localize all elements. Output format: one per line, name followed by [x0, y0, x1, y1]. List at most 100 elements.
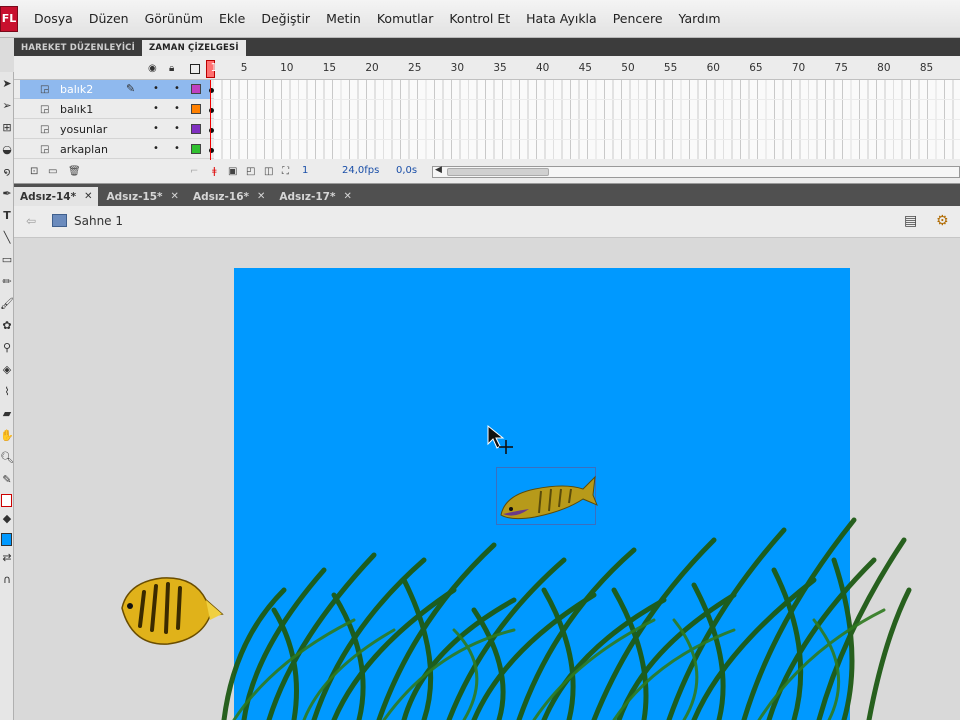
new-folder-icon[interactable]: ▭ — [48, 166, 57, 177]
center-frame-icon[interactable]: ⌐ — [190, 166, 198, 177]
keyframe[interactable] — [208, 144, 214, 154]
stroke-color-swatch[interactable] — [1, 494, 12, 507]
edit-multiple-icon[interactable]: ◫ — [264, 166, 273, 177]
current-frame[interactable]: 1 — [302, 165, 308, 176]
keyframe[interactable] — [208, 84, 214, 94]
pencil-tool-icon[interactable]: ✏ — [0, 270, 14, 292]
snap-icon[interactable]: ∩ — [0, 568, 14, 590]
tab-timeline[interactable]: ZAMAN ÇİZELGESİ — [141, 40, 246, 56]
menu-gorunum[interactable]: Görünüm — [137, 0, 211, 38]
onion-outline-icon[interactable]: ◰ — [246, 166, 255, 177]
onion-markers-icon[interactable]: ⛶ — [282, 166, 289, 177]
layer-name-cell[interactable]: ◲ balık2 — [20, 80, 210, 99]
back-arrow-icon[interactable]: ⇦ — [26, 214, 36, 228]
layer-row[interactable]: ◲ arkaplan • • — [14, 140, 960, 159]
layer-color-swatch[interactable] — [191, 144, 201, 154]
tab-motion-editor[interactable]: HAREKET DÜZENLEYİCİ — [14, 40, 142, 56]
brush-tool-icon[interactable]: 🖌︎ — [0, 292, 14, 314]
menu-pencere[interactable]: Pencere — [605, 0, 671, 38]
frame-cells[interactable] — [214, 100, 960, 119]
elapsed-time[interactable]: 0,0s — [396, 165, 417, 176]
doc-tab[interactable]: Adsız-17* ✕ — [273, 187, 357, 206]
doc-tab[interactable]: Adsız-16* ✕ — [187, 187, 271, 206]
keyframe[interactable] — [208, 104, 214, 114]
timeline-scrollbar[interactable]: ◀ — [432, 165, 960, 178]
menu-metin[interactable]: Metin — [318, 0, 369, 38]
layer-name-cell[interactable]: ◲ arkaplan — [20, 140, 210, 159]
fill-color-icon[interactable]: ◆ — [0, 507, 14, 529]
menu-dosya[interactable]: Dosya — [26, 0, 81, 38]
edit-symbols-icon[interactable]: ▤ — [904, 213, 917, 229]
swap-colors-icon[interactable]: ⇄ — [0, 546, 14, 568]
menu-ekle[interactable]: Ekle — [211, 0, 253, 38]
layer-name-cell[interactable]: ◲ yosunlar — [20, 120, 210, 139]
seaweed-graphic[interactable] — [214, 500, 914, 720]
layer-name-cell[interactable]: ◲ balık1 — [20, 100, 210, 119]
frame-number: 40 — [535, 62, 550, 74]
pen-tool-icon[interactable]: ✒ — [0, 182, 14, 204]
menu-yardim[interactable]: Yardım — [671, 0, 729, 38]
menu-degistir[interactable]: Değiştir — [253, 0, 318, 38]
frame-rate[interactable]: 24,0fps — [342, 165, 379, 176]
close-icon[interactable]: ✕ — [257, 191, 265, 202]
visibility-dot[interactable]: • — [153, 124, 159, 134]
free-transform-tool-icon[interactable]: ⊞ — [0, 116, 14, 138]
scroll-left-arrow-icon[interactable]: ◀ — [435, 165, 442, 175]
layer-color-swatch[interactable] — [191, 84, 201, 94]
fish-balik2[interactable] — [495, 467, 599, 529]
lock-dot[interactable]: • — [174, 84, 180, 94]
bone-tool-icon[interactable]: ⚲ — [0, 336, 14, 358]
eraser-tool-icon[interactable]: ▰ — [0, 402, 14, 424]
layer-row[interactable]: ◲ balık1 • • — [14, 100, 960, 119]
lock-dot[interactable]: • — [174, 124, 180, 134]
text-tool-icon[interactable]: T — [0, 204, 14, 226]
3d-rotation-tool-icon[interactable]: ◒ — [0, 138, 14, 160]
new-layer-icon[interactable]: ⊡ — [30, 166, 38, 177]
visibility-dot[interactable]: • — [153, 84, 159, 94]
fish-balik1[interactable] — [114, 570, 226, 652]
zoom-tool-icon[interactable]: 🔍︎ — [0, 446, 14, 468]
doc-tab[interactable]: Adsız-15* ✕ — [100, 187, 184, 206]
menu-duzen[interactable]: Düzen — [81, 0, 137, 38]
keyframe[interactable] — [208, 124, 214, 134]
outline-icon[interactable] — [190, 64, 200, 74]
layer-color-swatch[interactable] — [191, 124, 201, 134]
close-icon[interactable]: ✕ — [171, 191, 179, 202]
scene-breadcrumb[interactable]: Sahne 1 — [74, 214, 123, 228]
menu-hata-ayikla[interactable]: Hata Ayıkla — [518, 0, 605, 38]
layer-row[interactable]: ◲ yosunlar • • — [14, 120, 960, 139]
layer-row[interactable]: ◲ balık2 ✎ • • — [14, 80, 960, 99]
onion-skin-icon[interactable]: ▣ — [228, 166, 237, 177]
doc-tab[interactable]: Adsız-14* ✕ — [14, 187, 99, 206]
line-tool-icon[interactable]: ╲ — [0, 226, 14, 248]
eye-icon[interactable]: ◉ — [148, 63, 157, 74]
subselection-tool-icon[interactable]: ➢ — [0, 94, 14, 116]
trash-icon[interactable]: 🗑︎ — [68, 166, 81, 177]
selection-tool-icon[interactable]: ➤ — [0, 72, 14, 94]
visibility-dot[interactable]: • — [153, 104, 159, 114]
menu-kontrol-et[interactable]: Kontrol Et — [441, 0, 518, 38]
menu-komutlar[interactable]: Komutlar — [369, 0, 442, 38]
paint-bucket-tool-icon[interactable]: ◈ — [0, 358, 14, 380]
close-icon[interactable]: ✕ — [84, 191, 92, 202]
lasso-tool-icon[interactable]: ໑ — [0, 160, 14, 182]
hand-tool-icon[interactable]: ✋ — [0, 424, 14, 446]
deco-tool-icon[interactable]: ✿ — [0, 314, 14, 336]
edit-scene-icon[interactable]: ⚙ — [936, 213, 949, 229]
frame-cells[interactable] — [214, 80, 960, 99]
frame-cells[interactable] — [214, 120, 960, 139]
eyedropper-tool-icon[interactable]: ⌇ — [0, 380, 14, 402]
fill-color-swatch[interactable] — [1, 533, 12, 546]
lock-dot[interactable]: • — [174, 104, 180, 114]
stroke-color-icon[interactable]: ✎ — [0, 468, 14, 490]
lock-icon[interactable]: 🔒︎ — [169, 63, 174, 74]
frame-number: 55 — [663, 62, 678, 74]
playhead-marker-icon[interactable]: ǂ — [212, 166, 217, 177]
rectangle-tool-icon[interactable]: ▭ — [0, 248, 14, 270]
close-icon[interactable]: ✕ — [343, 191, 351, 202]
scrollbar-thumb[interactable] — [447, 168, 549, 176]
lock-dot[interactable]: • — [174, 144, 180, 154]
frame-cells[interactable] — [214, 140, 960, 159]
visibility-dot[interactable]: • — [153, 144, 159, 154]
layer-color-swatch[interactable] — [191, 104, 201, 114]
